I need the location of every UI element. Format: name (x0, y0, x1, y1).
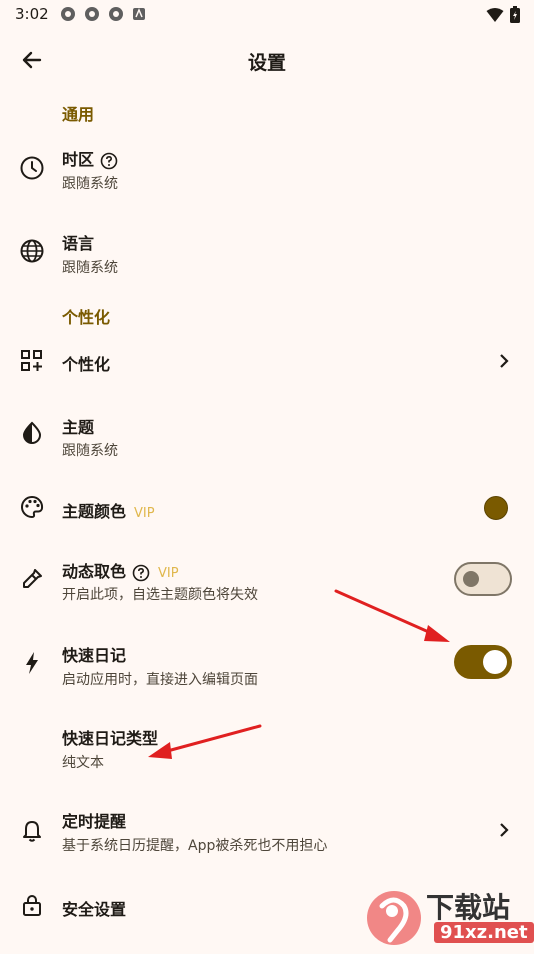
help-icon[interactable] (132, 564, 150, 582)
timezone-label-wrap: 时区 (62, 146, 118, 170)
site-watermark: 下载站 91xz.net (364, 884, 534, 950)
help-icon[interactable] (100, 152, 118, 170)
notification-icon (84, 6, 100, 22)
setting-dynamic-color[interactable]: 动态取色 VIP 开启此项，自选主题颜色将失效 (0, 548, 534, 612)
timezone-value: 跟随系统 (62, 176, 118, 192)
setting-language[interactable]: 语言 跟随系统 (0, 220, 534, 284)
bell-icon (19, 818, 45, 844)
toggle-knob (463, 571, 479, 587)
vip-badge: VIP (158, 566, 179, 581)
language-value: 跟随系统 (62, 260, 118, 276)
notification-icon (108, 6, 124, 22)
lock-icon (19, 892, 45, 918)
timezone-label: 时区 (62, 150, 95, 169)
theme-value: 跟随系统 (62, 443, 118, 459)
palette-icon (19, 494, 45, 520)
theme-label: 主题 (62, 418, 95, 437)
watermark-title: 下载站 (426, 891, 511, 924)
theme-color-label: 主题颜色 (62, 502, 127, 521)
toggle-knob (483, 650, 507, 674)
lightning-bolt-icon (19, 650, 45, 676)
quick-diary-type-label: 快速日记类型 (62, 729, 159, 748)
quick-diary-toggle[interactable] (454, 645, 512, 679)
setting-personalize[interactable]: 个性化 (0, 338, 534, 384)
setting-theme[interactable]: 主题 跟随系统 (0, 404, 534, 468)
widgets-add-icon (19, 348, 45, 374)
dynamic-color-description: 开启此项，自选主题颜色将失效 (62, 587, 258, 603)
status-bar: 3:02 (0, 0, 534, 28)
page-title: 设置 (247, 52, 286, 74)
theme-color-swatch[interactable] (484, 496, 508, 520)
system-status-icons (486, 6, 520, 27)
vip-badge: VIP (134, 506, 155, 521)
personalize-label: 个性化 (62, 355, 111, 374)
dynamic-color-label-wrap: 动态取色 VIP (62, 558, 179, 582)
watermark-url: 91xz.net (434, 922, 534, 943)
security-label: 安全设置 (62, 900, 127, 919)
setting-theme-color[interactable]: 主题颜色 VIP (0, 486, 534, 530)
section-header-general: 通用 (62, 105, 95, 124)
status-time: 3:02 (15, 5, 49, 23)
section-header-personalize: 个性化 (62, 308, 111, 327)
contrast-drop-icon (19, 420, 45, 446)
eyedropper-icon (19, 566, 45, 592)
clock-icon (19, 155, 45, 181)
setting-timezone[interactable]: 时区 跟随系统 (0, 136, 534, 200)
reminder-label: 定时提醒 (62, 812, 127, 831)
chevron-right-icon (496, 353, 512, 369)
wifi-icon (486, 7, 504, 27)
battery-icon (510, 6, 520, 27)
language-label: 语言 (62, 234, 95, 253)
app-bar: 设置 (0, 30, 534, 86)
notification-icon (60, 6, 76, 22)
chevron-right-icon (496, 822, 512, 838)
dynamic-color-label: 动态取色 (62, 562, 127, 581)
setting-reminder[interactable]: 定时提醒 基于系统日历提醒，App被杀死也不用担心 (0, 798, 534, 862)
dynamic-color-toggle[interactable] (454, 562, 512, 596)
app-notification-icon (132, 6, 148, 22)
theme-color-label-wrap: 主题颜色 VIP (62, 498, 155, 522)
globe-icon (19, 238, 45, 264)
quick-diary-type-value: 纯文本 (62, 755, 104, 771)
setting-quick-diary-type[interactable]: 快速日记类型 纯文本 (0, 715, 534, 779)
reminder-description: 基于系统日历提醒，App被杀死也不用担心 (62, 838, 328, 854)
setting-quick-diary[interactable]: 快速日记 启动应用时，直接进入编辑页面 (0, 632, 534, 696)
quick-diary-description: 启动应用时，直接进入编辑页面 (62, 672, 258, 688)
quick-diary-label: 快速日记 (62, 646, 127, 665)
notification-icons (60, 6, 148, 22)
